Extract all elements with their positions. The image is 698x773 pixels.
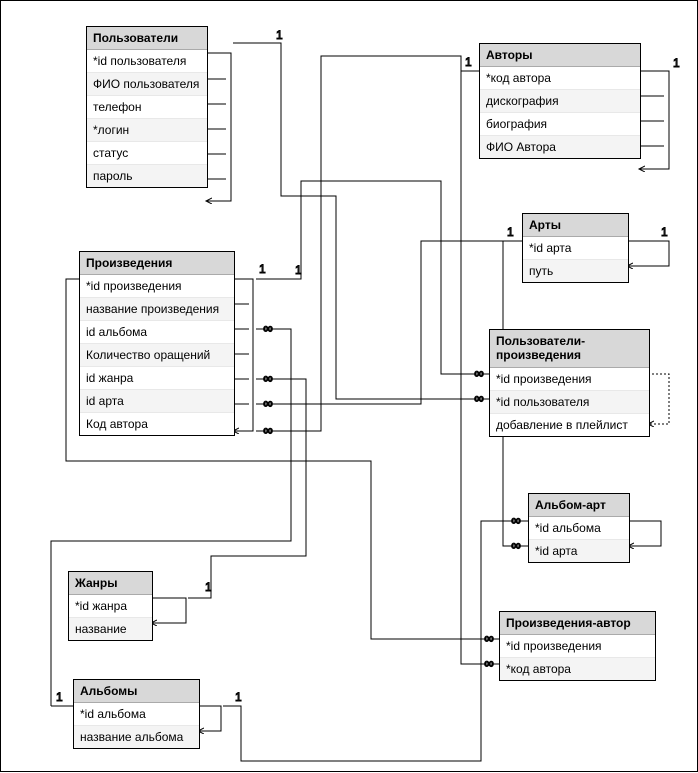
field: *id произведения bbox=[490, 368, 649, 391]
entity-users: Пользователи *id пользователя ФИО пользо… bbox=[86, 26, 208, 188]
field: биография bbox=[480, 113, 640, 136]
entity-user-works: Пользователи-произведения *id произведен… bbox=[489, 329, 650, 437]
field: id арта bbox=[80, 390, 234, 413]
field: *id пользователя bbox=[490, 391, 649, 414]
svg-text:∞: ∞ bbox=[511, 512, 521, 528]
svg-text:1: 1 bbox=[56, 690, 63, 704]
svg-text:∞: ∞ bbox=[484, 655, 494, 671]
field: телефон bbox=[87, 96, 207, 119]
entity-work-author-title: Произведения-автор bbox=[500, 612, 655, 635]
svg-text:∞: ∞ bbox=[474, 390, 484, 406]
field: Количество оращений bbox=[80, 344, 234, 367]
field: id жанра bbox=[80, 367, 234, 390]
field: id альбома bbox=[80, 321, 234, 344]
svg-text:1: 1 bbox=[507, 225, 514, 239]
entity-authors-title: Авторы bbox=[480, 44, 640, 67]
field: Код автора bbox=[80, 413, 234, 435]
svg-text:1: 1 bbox=[295, 263, 302, 277]
field: добавление в плейлист bbox=[490, 414, 649, 436]
field: название произведения bbox=[80, 298, 234, 321]
entity-works-title: Произведения bbox=[80, 252, 234, 275]
field: *id арта bbox=[529, 540, 629, 562]
field: *логин bbox=[87, 119, 207, 142]
field: путь bbox=[523, 260, 628, 282]
field: *код автора bbox=[480, 67, 640, 90]
svg-text:∞: ∞ bbox=[263, 320, 273, 336]
svg-text:∞: ∞ bbox=[511, 537, 521, 553]
field: *id пользователя bbox=[87, 50, 207, 73]
svg-text:1: 1 bbox=[276, 28, 283, 42]
svg-text:∞: ∞ bbox=[484, 630, 494, 646]
entity-genres-title: Жанры bbox=[69, 572, 152, 595]
svg-text:1: 1 bbox=[259, 262, 266, 276]
entity-albums: Альбомы *id альбома название альбома bbox=[73, 679, 200, 749]
entity-arts-title: Арты bbox=[523, 214, 628, 237]
entity-album-art: Альбом-арт *id альбома *id арта bbox=[528, 493, 630, 563]
entity-users-title: Пользователи bbox=[87, 27, 207, 50]
field: название bbox=[69, 618, 152, 640]
svg-text:∞: ∞ bbox=[263, 370, 273, 386]
field: *id произведения bbox=[80, 275, 234, 298]
svg-text:∞: ∞ bbox=[263, 395, 273, 411]
entity-arts: Арты *id арта путь bbox=[522, 213, 629, 283]
svg-text:1: 1 bbox=[661, 225, 668, 239]
entity-user-works-title: Пользователи-произведения bbox=[490, 330, 649, 368]
entity-work-author: Произведения-автор *id произведения *код… bbox=[499, 611, 656, 681]
field: ФИО Автора bbox=[480, 136, 640, 158]
field: ФИО пользователя bbox=[87, 73, 207, 96]
field: *id жанра bbox=[69, 595, 152, 618]
svg-text:∞: ∞ bbox=[263, 422, 273, 438]
svg-text:1: 1 bbox=[235, 690, 242, 704]
field: статус bbox=[87, 142, 207, 165]
field: дискография bbox=[480, 90, 640, 113]
entity-albums-title: Альбомы bbox=[74, 680, 199, 703]
svg-text:1: 1 bbox=[465, 55, 472, 69]
field: *id альбома bbox=[74, 703, 199, 726]
field: *id арта bbox=[523, 237, 628, 260]
entity-authors: Авторы *код автора дискография биография… bbox=[479, 43, 641, 159]
field: *id произведения bbox=[500, 635, 655, 658]
field: *id альбома bbox=[529, 517, 629, 540]
svg-text:∞: ∞ bbox=[474, 365, 484, 381]
entity-album-art-title: Альбом-арт bbox=[529, 494, 629, 517]
entity-genres: Жанры *id жанра название bbox=[68, 571, 153, 641]
er-diagram-canvas: 1 ∞ 1 ∞ ∞ 1 ∞ ∞ 1 ∞ 1 ∞ ∞ 1 bbox=[0, 0, 698, 772]
entity-works: Произведения *id произведения название п… bbox=[79, 251, 235, 436]
svg-text:1: 1 bbox=[205, 580, 212, 594]
field: название альбома bbox=[74, 726, 199, 748]
field: *код автора bbox=[500, 658, 655, 680]
svg-text:1: 1 bbox=[673, 56, 680, 70]
field: пароль bbox=[87, 165, 207, 187]
